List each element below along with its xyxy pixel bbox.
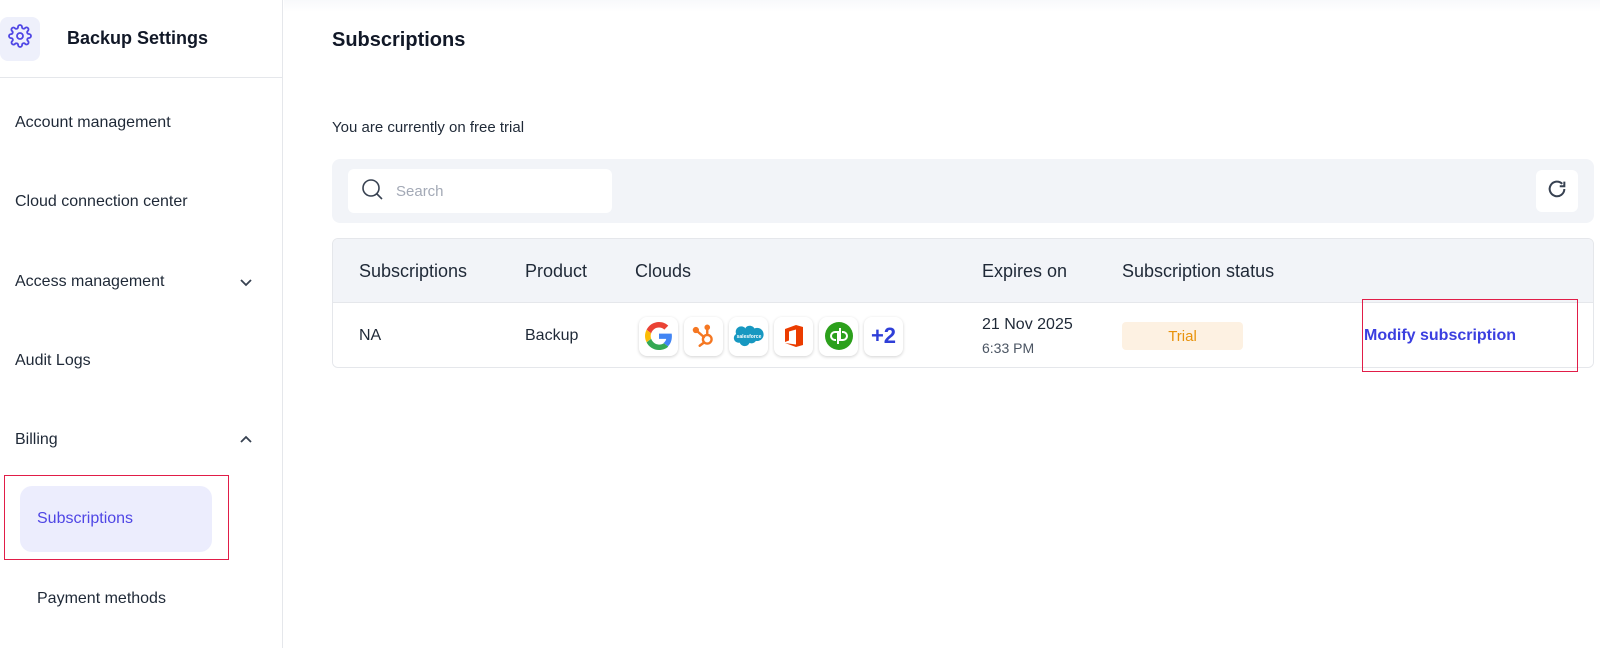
column-header-expires-on: Expires on — [982, 260, 1068, 281]
sidebar-item-audit-logs[interactable]: Audit Logs — [15, 349, 254, 373]
gear-icon — [8, 24, 32, 53]
modify-subscription-link[interactable]: Modify subscription — [1364, 327, 1516, 345]
page-title: Subscriptions — [332, 29, 466, 51]
cell-clouds: salesforce +2 — [639, 303, 903, 367]
search-icon — [360, 177, 384, 206]
office-icon — [774, 316, 813, 356]
chevron-up-icon — [238, 432, 254, 448]
sidebar-subitem-label: Subscriptions — [37, 510, 134, 527]
settings-button[interactable] — [0, 16, 40, 61]
expires-time: 6:33 PM — [982, 340, 1035, 356]
sidebar-subitem-payment-methods[interactable]: Payment methods — [20, 566, 212, 632]
table-toolbar — [332, 159, 1594, 223]
sidebar-item-label: Audit Logs — [15, 352, 91, 369]
expires-date: 21 Nov 2025 — [982, 316, 1073, 333]
trial-note: You are currently on free trial — [332, 119, 525, 136]
sidebar-item-cloud-connection-center[interactable]: Cloud connection center — [15, 190, 254, 214]
top-bar — [284, 0, 1600, 12]
sidebar-header: Backup Settings — [0, 0, 282, 78]
cell-action: Modify subscription — [1364, 303, 1516, 367]
subscriptions-table: Subscriptions Product Clouds Expires on … — [332, 238, 1594, 368]
sidebar-item-access-management[interactable]: Access management — [15, 270, 254, 294]
more-clouds-button[interactable]: +2 — [864, 316, 903, 356]
column-header-subscription-status: Subscription status — [1122, 260, 1275, 281]
sidebar: Backup Settings Account management Cloud… — [0, 0, 283, 648]
refresh-icon — [1546, 178, 1568, 205]
hubspot-icon — [684, 316, 723, 356]
table-header: Subscriptions Product Clouds Expires on … — [333, 239, 1593, 303]
cell-subscription: NA — [359, 327, 382, 344]
column-header-clouds: Clouds — [635, 260, 692, 281]
cell-status: Trial — [1122, 303, 1243, 367]
column-header-subscriptions: Subscriptions — [359, 260, 468, 281]
table-row: NA Backup salesforce +2 21 Nov 2025 6:33… — [333, 303, 1593, 367]
sidebar-subitem-subscriptions[interactable]: Subscriptions — [20, 486, 212, 552]
cell-product: Backup — [525, 327, 579, 344]
sidebar-subitem-label: Payment methods — [37, 590, 166, 607]
sidebar-item-label: Account management — [15, 114, 171, 131]
sidebar-title: Backup Settings — [67, 28, 209, 48]
svg-text:salesforce: salesforce — [736, 334, 761, 340]
sidebar-item-billing[interactable]: Billing — [15, 428, 254, 452]
main-content: Subscriptions You are currently on free … — [284, 0, 1600, 648]
cell-expires-on: 21 Nov 2025 6:33 PM — [982, 303, 1073, 367]
sidebar-item-label: Cloud connection center — [15, 193, 188, 210]
sidebar-item-label: Billing — [15, 431, 58, 448]
column-header-product: Product — [525, 260, 588, 281]
search-box — [348, 169, 612, 213]
status-badge: Trial — [1122, 322, 1243, 350]
sidebar-item-account-management[interactable]: Account management — [15, 111, 254, 135]
quickbooks-icon — [819, 316, 858, 356]
chevron-down-icon — [238, 274, 254, 290]
sidebar-item-label: Access management — [15, 273, 165, 290]
salesforce-icon: salesforce — [729, 316, 768, 356]
refresh-button[interactable] — [1536, 170, 1578, 212]
search-input[interactable] — [396, 182, 596, 200]
google-icon — [639, 316, 678, 356]
